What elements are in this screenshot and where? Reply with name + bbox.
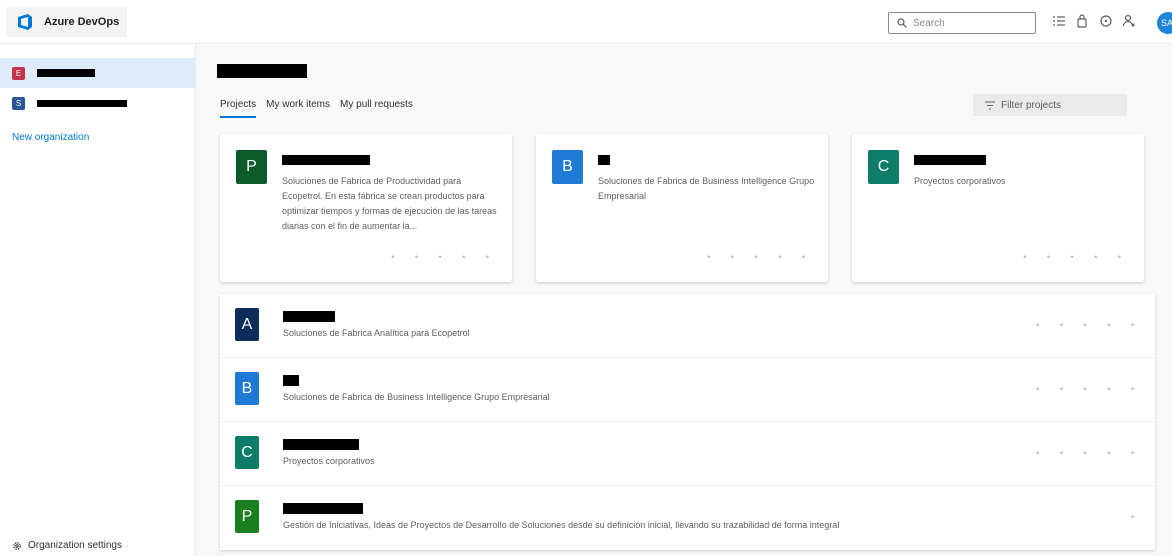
more-actions-dots[interactable]: • • • • • xyxy=(1036,384,1143,394)
more-actions-dots[interactable]: • • • • • xyxy=(1023,252,1130,262)
redacted-project-name xyxy=(283,439,359,450)
org-badge: E xyxy=(12,66,25,80)
filter-projects-input[interactable]: Filter projects xyxy=(973,94,1127,116)
tab-my-pull-requests[interactable]: My pull requests xyxy=(340,99,413,118)
new-organization-link[interactable]: New organization xyxy=(12,132,89,143)
app-name: Azure DevOps xyxy=(44,16,120,28)
sidebar-org-item[interactable]: E xyxy=(0,58,196,88)
project-tile: P xyxy=(235,500,259,533)
project-description: Soluciones de Fabrica de Business Intell… xyxy=(598,176,815,201)
organization-settings-link[interactable]: Organization settings xyxy=(12,540,122,551)
help-icon[interactable] xyxy=(1099,14,1113,28)
project-row[interactable]: C Proyectos corporativos • • • • • xyxy=(220,422,1155,486)
azure-devops-logo-icon xyxy=(18,14,32,30)
marketplace-bag-icon[interactable] xyxy=(1075,14,1089,28)
more-actions-dots[interactable]: • • • • • xyxy=(1036,448,1143,458)
top-bar: Azure DevOps Search SA xyxy=(0,0,1172,44)
tab-projects[interactable]: Projects xyxy=(220,99,257,118)
project-tile: C xyxy=(235,436,259,469)
project-row[interactable]: B Soluciones de Fabrica de Business Inte… xyxy=(220,358,1155,422)
project-description: Proyectos corporativos xyxy=(914,176,1006,186)
project-description: Soluciones de Fabrica Analítica para Eco… xyxy=(283,328,470,338)
search-placeholder: Search xyxy=(913,17,945,29)
avatar-initials: SA xyxy=(1161,18,1172,28)
tab-my-work-items[interactable]: My work items xyxy=(266,99,330,118)
project-row[interactable]: P Gestión de Iniciativas, Ideas de Proye… xyxy=(220,486,1155,550)
sidebar-org-item[interactable]: S xyxy=(0,88,196,118)
filter-icon xyxy=(985,101,995,109)
redacted-org-name xyxy=(37,99,127,107)
sidebar: E S New organization Organization settin… xyxy=(0,44,196,556)
redacted-project-name xyxy=(598,155,610,165)
redacted-project-name xyxy=(914,155,986,165)
more-actions-dots[interactable]: • • • • • xyxy=(1036,320,1143,330)
redacted-project-name xyxy=(283,503,363,514)
project-tile: P xyxy=(236,150,267,184)
redacted-organization-title xyxy=(217,64,307,78)
search-icon xyxy=(897,18,907,28)
project-description: Proyectos corporativos xyxy=(283,456,375,466)
project-description: Soluciones de Fabrica de Productividad p… xyxy=(282,176,497,231)
redacted-project-name xyxy=(282,155,370,165)
user-settings-icon[interactable] xyxy=(1122,14,1136,28)
more-actions-dots[interactable]: • • • • • xyxy=(391,252,498,262)
project-tile: B xyxy=(552,150,583,184)
more-actions-dots[interactable]: • • • • • xyxy=(707,252,814,262)
redacted-project-name xyxy=(283,375,299,386)
gear-icon xyxy=(13,541,21,550)
tabs: Projects My work items My pull requests xyxy=(220,99,413,118)
project-tile: C xyxy=(868,150,899,184)
organization-settings-label: Organization settings xyxy=(28,540,122,551)
org-badge: S xyxy=(12,96,25,110)
more-actions-dots[interactable]: • xyxy=(1131,512,1143,522)
project-description: Soluciones de Fabrica de Business Intell… xyxy=(283,392,550,402)
search-input[interactable]: Search xyxy=(888,12,1036,34)
work-items-list-icon[interactable] xyxy=(1052,14,1066,28)
project-card[interactable]: B Soluciones de Fabrica de Business Inte… xyxy=(536,134,828,282)
avatar[interactable]: SA xyxy=(1157,12,1172,34)
filter-placeholder: Filter projects xyxy=(1001,99,1062,111)
project-description: Gestión de Iniciativas, Ideas de Proyect… xyxy=(283,520,840,530)
main-content: Projects My work items My pull requests … xyxy=(197,44,1172,556)
project-tile: A xyxy=(235,308,259,341)
project-card[interactable]: C Proyectos corporativos • • • • • xyxy=(852,134,1144,282)
project-tile: B xyxy=(235,372,259,405)
brand[interactable]: Azure DevOps xyxy=(6,7,128,37)
redacted-org-name xyxy=(37,69,95,77)
project-card[interactable]: P Soluciones de Fabrica de Productividad… xyxy=(220,134,512,282)
project-list: A Soluciones de Fabrica Analítica para E… xyxy=(220,294,1155,550)
project-row[interactable]: A Soluciones de Fabrica Analítica para E… xyxy=(220,294,1155,358)
redacted-project-name xyxy=(283,311,335,322)
